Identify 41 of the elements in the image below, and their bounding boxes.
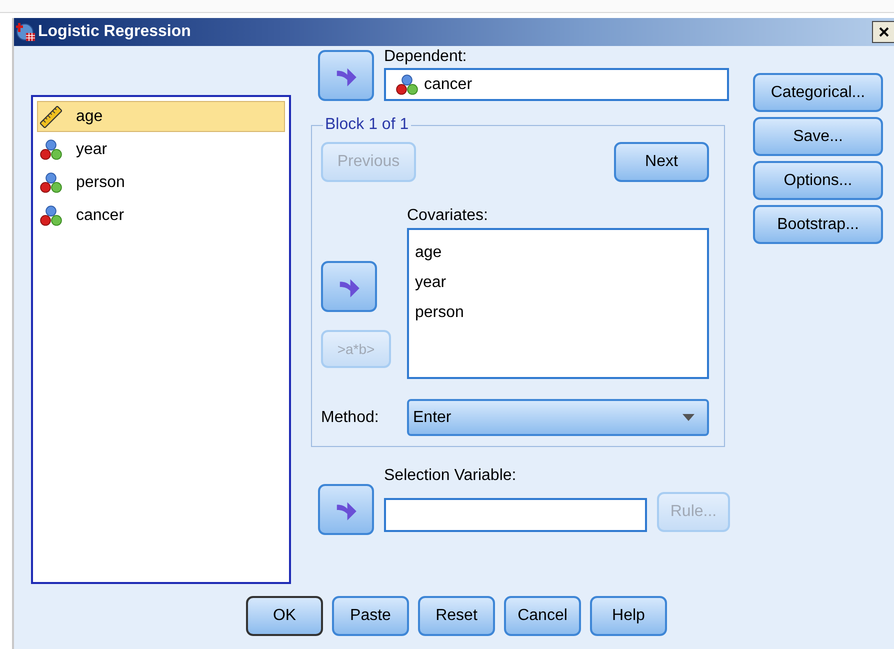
variable-item[interactable]: cancer xyxy=(37,200,285,231)
covariate-item[interactable]: age xyxy=(415,238,707,268)
variable-item[interactable]: age xyxy=(37,101,285,132)
selection-variable-field[interactable] xyxy=(384,498,647,532)
nominal-variable-icon xyxy=(40,138,62,160)
dialog-button[interactable]: Options... xyxy=(753,161,883,200)
dialog-button[interactable]: Cancel xyxy=(504,596,581,636)
dependent-label: Dependent: xyxy=(384,47,468,67)
caret-icon xyxy=(682,414,695,421)
dialog-button[interactable]: Paste xyxy=(332,596,409,636)
nominal-variable-icon xyxy=(40,172,62,194)
covariates-label: Covariates: xyxy=(407,206,489,226)
move-button[interactable] xyxy=(321,261,377,312)
block-label: Block 1 of 1 xyxy=(324,116,410,134)
variable-item[interactable]: person xyxy=(37,167,285,198)
window-title: Logistic Regression xyxy=(38,23,191,41)
covariate-item[interactable]: year xyxy=(415,268,707,298)
close-icon xyxy=(878,26,890,38)
dialog-button[interactable]: Help xyxy=(590,596,667,636)
app-logo-icon xyxy=(16,22,36,42)
dependent-field[interactable]: cancer xyxy=(384,68,729,101)
move-button[interactable] xyxy=(318,484,374,535)
method-value: Enter xyxy=(413,408,452,426)
nominal-variable-icon xyxy=(396,74,418,96)
dialog-button[interactable]: Bootstrap... xyxy=(753,205,883,244)
move-button[interactable] xyxy=(318,50,374,101)
variable-list[interactable]: age year person cancer xyxy=(31,95,291,584)
covariates-list[interactable]: age year person xyxy=(407,228,709,379)
dialog-button[interactable]: Categorical... xyxy=(753,73,883,112)
variable-item[interactable]: year xyxy=(37,134,285,165)
selection-variable-label: Selection Variable: xyxy=(384,466,518,486)
dependent-value: cancer xyxy=(424,76,472,94)
method-label: Method: xyxy=(321,408,380,428)
close-button[interactable] xyxy=(872,21,894,43)
method-dropdown[interactable]: Enter xyxy=(407,399,709,436)
next-button[interactable]: Next xyxy=(614,142,709,182)
nominal-variable-icon xyxy=(40,204,62,226)
dialog-button[interactable]: Reset xyxy=(418,596,495,636)
covariate-item[interactable]: person xyxy=(415,298,707,328)
dialog-button[interactable]: OK xyxy=(246,596,323,636)
dialog-button[interactable]: Save... xyxy=(753,117,883,156)
